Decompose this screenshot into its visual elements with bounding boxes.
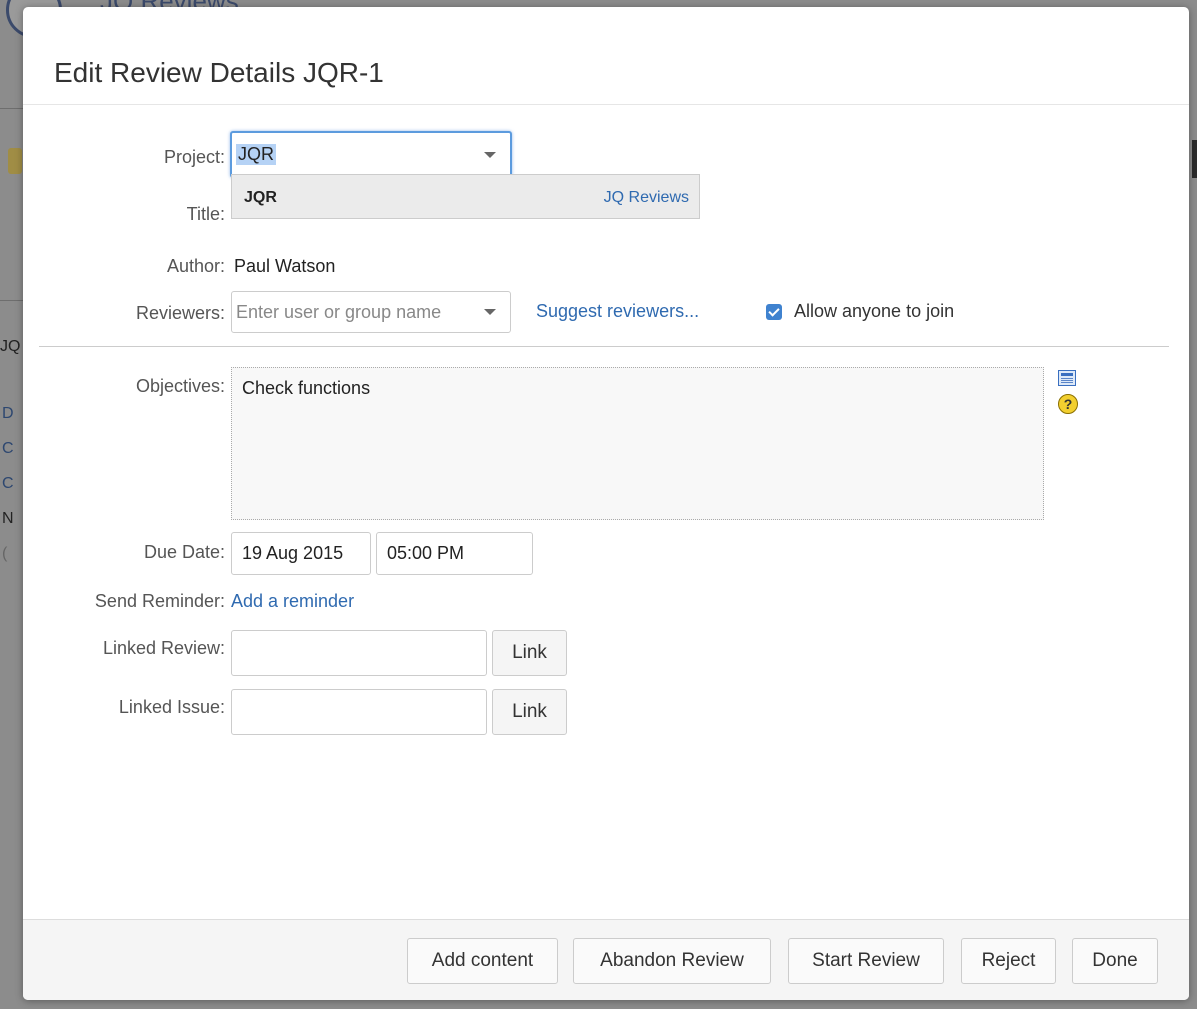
suggest-reviewers-link[interactable]: Suggest reviewers... (536, 301, 699, 322)
background-divider (0, 300, 23, 301)
background-text: JQ (0, 338, 21, 355)
section-divider (39, 346, 1169, 347)
project-label: Project: (163, 147, 225, 167)
dialog-header: Edit Review Details JQR-1 (23, 7, 1189, 105)
background-button (8, 148, 22, 174)
chevron-down-icon (484, 309, 496, 315)
objectives-value: Check functions (242, 378, 371, 398)
help-icon[interactable]: ? (1058, 394, 1078, 414)
add-reminder-link[interactable]: Add a reminder (231, 591, 354, 612)
dialog-title: Edit Review Details JQR-1 (54, 57, 384, 88)
objectives-label: Objectives: (135, 376, 225, 396)
allow-join-label: Allow anyone to join (794, 301, 955, 321)
reviewers-placeholder: Enter user or group name (236, 301, 442, 322)
author-label: Author: (166, 256, 225, 276)
background-edge (1192, 140, 1197, 178)
edit-review-dialog: Edit Review Details JQR-1 Project: JQR T… (23, 7, 1189, 1000)
done-button[interactable]: Done (1072, 938, 1158, 984)
allow-join-checkbox[interactable] (766, 304, 782, 320)
background-text: ( (2, 545, 8, 562)
reviewers-label: Reviewers: (135, 303, 225, 323)
wiki-markup-icon[interactable] (1058, 370, 1076, 386)
due-time-value: 05:00 PM (387, 543, 465, 563)
linked-review-label: Linked Review: (102, 638, 225, 658)
send-reminder-label: Send Reminder: (94, 591, 225, 611)
abandon-review-button[interactable]: Abandon Review (573, 938, 771, 984)
objectives-textarea[interactable]: Check functions (231, 367, 1044, 520)
author-value: Paul Watson (234, 256, 336, 276)
linked-review-input[interactable] (231, 630, 487, 676)
reviewers-select[interactable]: Enter user or group name (231, 291, 511, 333)
link-issue-button[interactable]: Link (492, 689, 567, 735)
background-link: D (2, 405, 14, 422)
due-date-value: 19 Aug 2015 (242, 543, 344, 563)
title-label: Title: (186, 204, 225, 224)
chevron-down-icon (484, 151, 496, 158)
project-dropdown-option[interactable]: JQR JQ Reviews (231, 174, 700, 219)
background-text: N (2, 510, 14, 527)
option-project-key: JQR (244, 189, 277, 206)
linked-issue-input[interactable] (231, 689, 487, 735)
linked-issue-label: Linked Issue: (118, 697, 225, 717)
project-value: JQR (236, 144, 276, 165)
dialog-footer: Add content Abandon Review Start Review … (23, 919, 1189, 1000)
due-date-input[interactable]: 19 Aug 2015 (231, 532, 371, 575)
due-time-input[interactable]: 05:00 PM (376, 532, 533, 575)
start-review-button[interactable]: Start Review (788, 938, 944, 984)
project-select[interactable]: JQR (230, 131, 512, 178)
add-content-button[interactable]: Add content (407, 938, 558, 984)
background-link: C (2, 475, 14, 492)
background-divider (0, 108, 23, 109)
link-review-button[interactable]: Link (492, 630, 567, 676)
background-link: C (2, 440, 14, 457)
due-date-label: Due Date: (143, 542, 225, 562)
option-project-name: JQ Reviews (603, 189, 689, 206)
reject-button[interactable]: Reject (961, 938, 1056, 984)
